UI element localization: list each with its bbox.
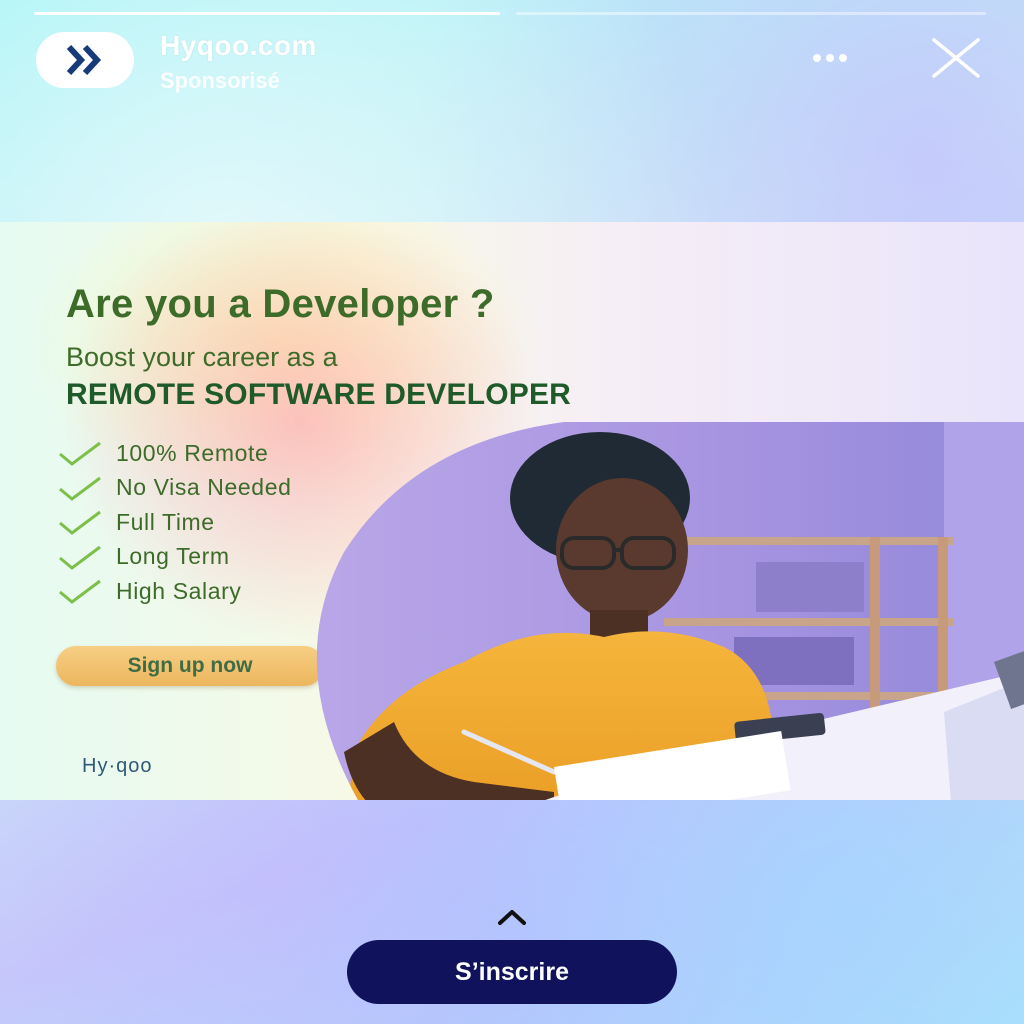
feature-item: High Salary — [58, 574, 291, 609]
sign-up-cta-button[interactable]: S’inscrire — [347, 940, 677, 1004]
ad-tagline: REMOTE SOFTWARE DEVELOPER — [66, 378, 572, 411]
developer-photo — [316, 422, 1024, 800]
story-progress-fill-1 — [34, 12, 500, 15]
feature-item: Long Term — [58, 540, 291, 575]
check-icon — [59, 545, 101, 570]
double-chevron-right-icon — [66, 44, 102, 76]
ad-creative[interactable]: Are you a Developer ? Boost your career … — [0, 222, 1024, 800]
more-dot — [839, 54, 847, 62]
ad-brand-logo: Hy·qoo — [82, 755, 153, 777]
ad-subline: Boost your career as a — [66, 342, 338, 372]
check-icon — [59, 580, 101, 605]
story-progress-bar-2 — [516, 12, 986, 15]
feature-label: Full Time — [116, 508, 215, 535]
feature-item: 100% Remote — [58, 436, 291, 471]
more-dot — [826, 54, 834, 62]
feature-item: No Visa Needed — [58, 471, 291, 506]
more-horizontal-icon — [813, 54, 821, 62]
close-icon[interactable] — [928, 36, 984, 80]
sponsored-label: Sponsorisé — [160, 68, 280, 93]
feature-item: Full Time — [58, 505, 291, 540]
feature-label: No Visa Needed — [116, 474, 292, 501]
chevron-up-icon[interactable] — [494, 906, 530, 928]
ad-headline: Are you a Developer ? — [66, 282, 495, 326]
feature-list: 100% Remote No Visa Needed Full Time Lon… — [58, 436, 291, 609]
feature-label: Long Term — [116, 543, 230, 570]
more-options-button[interactable] — [802, 46, 858, 70]
story-progress-bar-1 — [34, 12, 500, 15]
sign-up-button[interactable]: Sign up now — [56, 646, 324, 686]
advertiser-avatar[interactable] — [36, 32, 134, 88]
feature-label: 100% Remote — [116, 439, 269, 466]
check-icon — [59, 511, 101, 536]
check-icon — [59, 442, 101, 467]
feature-label: High Salary — [116, 577, 242, 604]
advertiser-name[interactable]: Hyqoo.com — [160, 30, 317, 62]
check-icon — [59, 476, 101, 501]
